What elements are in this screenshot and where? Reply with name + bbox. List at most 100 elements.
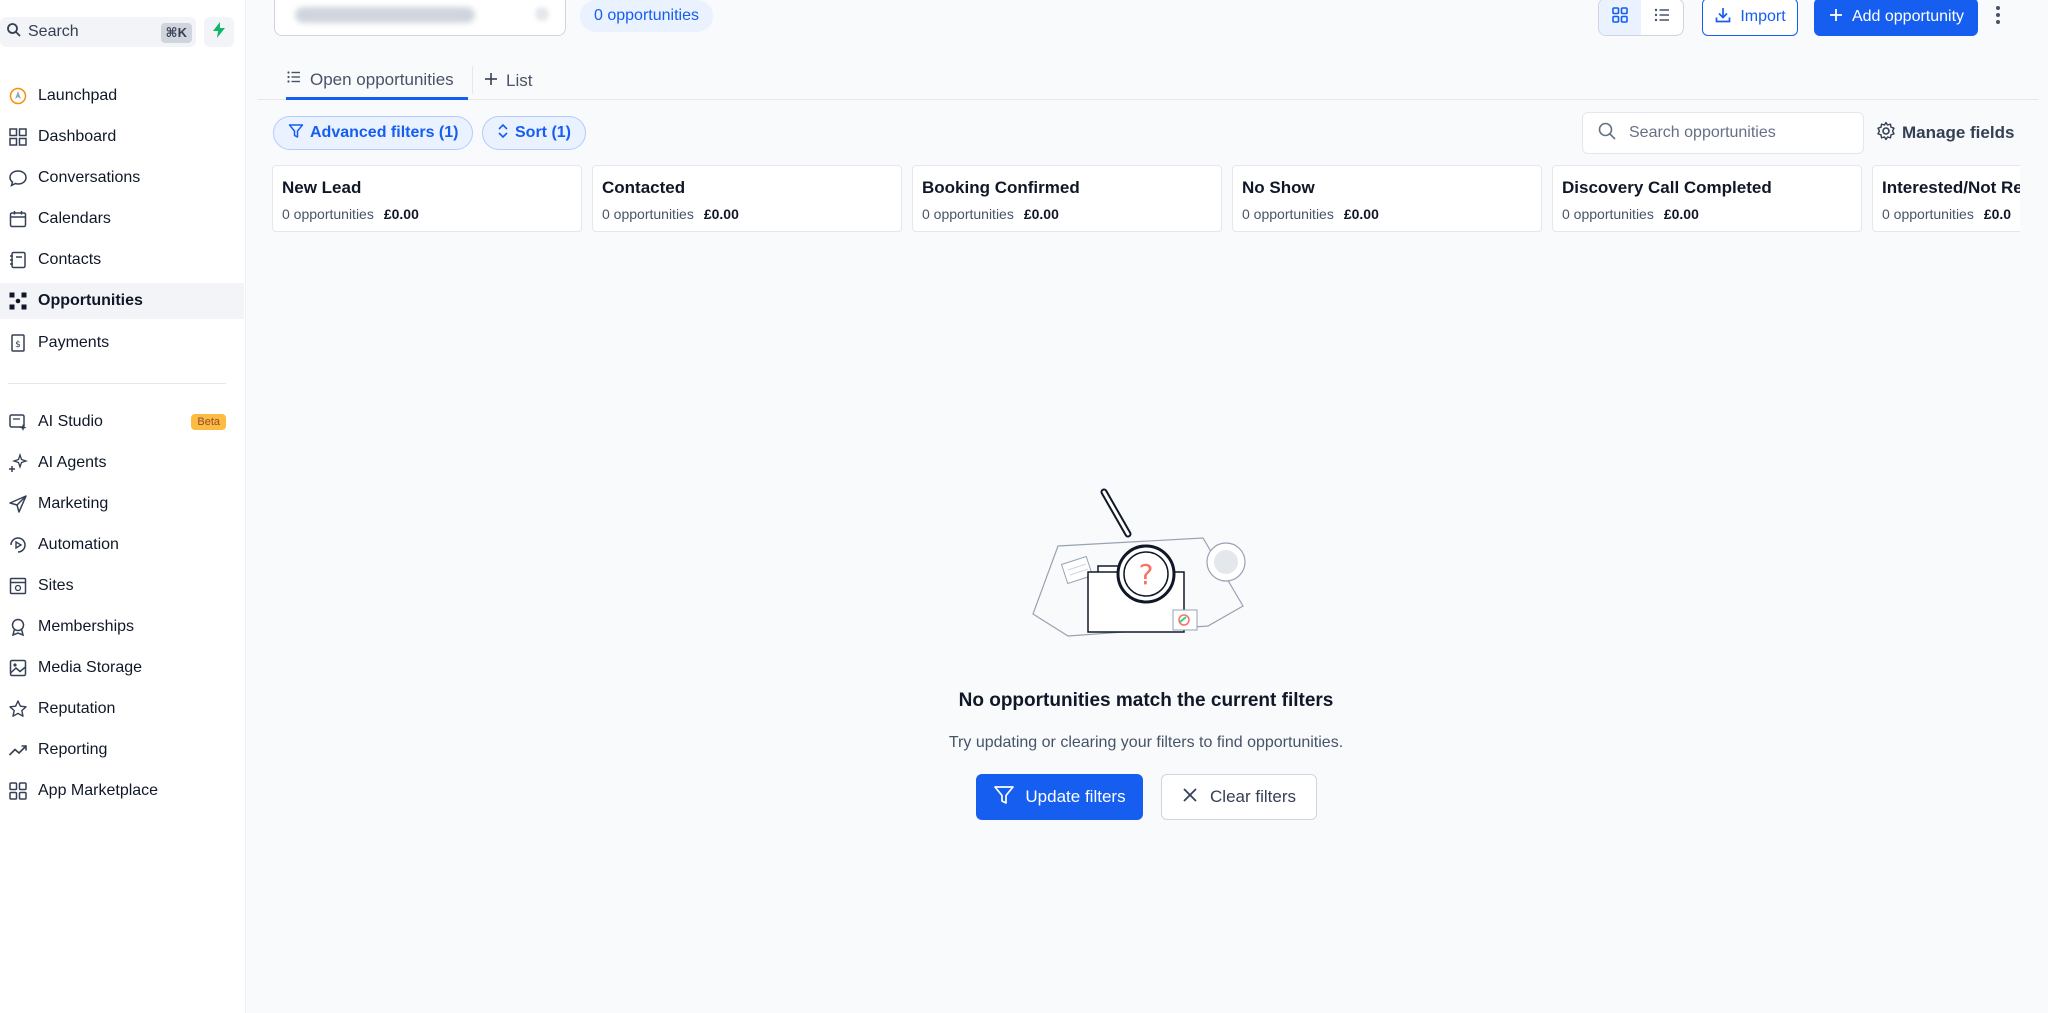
stage-column-new-lead[interactable]: New Lead 0 opportunities £0.00	[272, 165, 582, 232]
plus-icon	[1828, 7, 1844, 28]
pipeline-select[interactable]	[274, 0, 566, 36]
sidebar-item-ai-agents[interactable]: AI Agents	[0, 445, 244, 481]
sidebar-item-label: Marketing	[38, 495, 109, 512]
import-label: Import	[1740, 8, 1786, 25]
stage-name: Interested/Not Re	[1882, 178, 2020, 197]
stage-count: 0 opportunities	[1882, 206, 1974, 222]
stage-meta: 0 opportunities £0.00	[282, 206, 572, 222]
stage-count: 0 opportunities	[1242, 206, 1334, 222]
sort-chip[interactable]: Sort (1)	[482, 116, 586, 150]
list-icon	[286, 69, 302, 90]
dashboard-icon	[8, 127, 28, 147]
sidebar-search-input[interactable]: Search ⌘K	[0, 17, 196, 47]
stage-count: 0 opportunities	[1562, 206, 1654, 222]
search-icon	[6, 22, 22, 43]
chat-icon	[8, 168, 28, 188]
stage-value: £0.00	[1343, 206, 1379, 222]
beta-badge: Beta	[191, 414, 226, 430]
clear-filters-button[interactable]: Clear filters	[1161, 774, 1317, 820]
sidebar: Search ⌘K Launchpad Dashboard Conversati…	[0, 0, 246, 1013]
tab-list[interactable]: List	[484, 62, 532, 100]
sidebar-search-label: Search	[28, 23, 79, 40]
sidebar-item-marketing[interactable]: Marketing	[0, 486, 244, 522]
sidebar-item-label: Contacts	[38, 251, 102, 268]
sort-icon	[497, 123, 509, 144]
sidebar-item-media-storage[interactable]: Media Storage	[0, 650, 244, 686]
advanced-filters-chip[interactable]: Advanced filters (1)	[273, 116, 474, 150]
tab-separator	[472, 66, 473, 94]
tab-open-opportunities[interactable]: Open opportunities	[286, 62, 468, 100]
sidebar-item-sites[interactable]: Sites	[0, 568, 244, 604]
filter-icon	[993, 784, 1015, 811]
sidebar-item-conversations[interactable]: Conversations	[0, 160, 244, 196]
kebab-icon	[1995, 5, 2001, 30]
advanced-filters-label: Advanced filters (1)	[310, 124, 459, 141]
sidebar-item-memberships[interactable]: Memberships	[0, 609, 244, 645]
grid-icon	[1611, 6, 1629, 29]
view-toggle	[1598, 0, 1684, 36]
sidebar-item-dashboard[interactable]: Dashboard	[0, 119, 244, 155]
sidebar-item-label: Sites	[38, 577, 74, 594]
more-options-button[interactable]	[1988, 4, 2008, 30]
opportunities-icon	[8, 291, 28, 311]
board-view-button[interactable]	[1599, 0, 1641, 35]
sidebar-item-app-marketplace[interactable]: App Marketplace	[0, 773, 244, 809]
sidebar-item-label: Calendars	[38, 210, 111, 227]
empty-state-illustration: ?	[1032, 488, 1246, 637]
empty-state-title: No opportunities match the current filte…	[958, 690, 1334, 711]
sidebar-item-label: Payments	[38, 334, 110, 351]
search-opportunities-box	[1582, 112, 1864, 154]
svg-text:?: ?	[1139, 558, 1154, 591]
stage-name: No Show	[1242, 178, 1315, 197]
stage-column-interested[interactable]: Interested/Not Re 0 opportunities £0.0	[1872, 165, 2020, 232]
sidebar-item-opportunities[interactable]: Opportunities	[0, 283, 244, 319]
sidebar-item-payments[interactable]: $ Payments	[0, 325, 244, 361]
update-filters-button[interactable]: Update filters	[976, 774, 1143, 820]
stage-column-discovery-call-completed[interactable]: Discovery Call Completed 0 opportunities…	[1552, 165, 1862, 232]
sidebar-item-label: Dashboard	[38, 128, 117, 145]
sidebar-item-label: AI Agents	[38, 454, 107, 471]
stage-name: Contacted	[602, 178, 686, 197]
download-icon	[1714, 6, 1732, 29]
list-icon	[1653, 6, 1671, 29]
stage-column-booking-confirmed[interactable]: Booking Confirmed 0 opportunities £0.00	[912, 165, 1222, 232]
manage-fields-label: Manage fields	[1902, 123, 2015, 142]
quick-actions-button[interactable]	[204, 17, 234, 47]
sidebar-item-label: Opportunities	[38, 292, 143, 309]
sidebar-item-launchpad[interactable]: Launchpad	[0, 78, 244, 114]
stage-name: New Lead	[282, 178, 362, 197]
list-view-button[interactable]	[1641, 0, 1683, 35]
sidebar-item-label: Media Storage	[38, 659, 143, 676]
sidebar-item-calendars[interactable]: Calendars	[0, 201, 244, 237]
ai-studio-icon	[8, 412, 28, 432]
membership-icon	[8, 617, 28, 637]
stage-name: Booking Confirmed	[922, 178, 1080, 197]
search-opportunities-input[interactable]	[1629, 124, 1849, 142]
bolt-icon	[212, 21, 226, 43]
add-opportunity-button[interactable]: Add opportunity	[1814, 0, 1978, 36]
stage-column-contacted[interactable]: Contacted 0 opportunities £0.00	[592, 165, 902, 232]
sidebar-item-automation[interactable]: Automation	[0, 527, 244, 563]
apps-icon	[8, 781, 28, 801]
stage-value: £0.00	[1663, 206, 1699, 222]
stage-count: 0 opportunities	[602, 206, 694, 222]
add-opportunity-label: Add opportunity	[1851, 8, 1965, 25]
stage-meta: 0 opportunities £0.00	[602, 206, 892, 222]
launchpad-icon	[8, 86, 28, 106]
stage-meta: 0 opportunities £0.00	[1242, 206, 1532, 222]
stage-value: £0.0	[1983, 206, 2012, 222]
import-button[interactable]: Import	[1702, 0, 1798, 36]
stage-value: £0.00	[1023, 206, 1059, 222]
stage-column-no-show[interactable]: No Show 0 opportunities £0.00	[1232, 165, 1542, 232]
tab-label: List	[506, 71, 533, 90]
manage-fields-button[interactable]: Manage fields	[1876, 118, 2014, 148]
stage-count: 0 opportunities	[282, 206, 374, 222]
stage-meta: 0 opportunities £0.0	[1882, 206, 2020, 222]
stage-value: £0.00	[383, 206, 419, 222]
sidebar-item-contacts[interactable]: Contacts	[0, 242, 244, 278]
sidebar-item-label: Launchpad	[38, 87, 118, 104]
sidebar-item-ai-studio[interactable]: AI Studio Beta	[0, 404, 244, 440]
stage-count: 0 opportunities	[922, 206, 1014, 222]
contacts-icon	[8, 250, 28, 270]
filter-icon	[288, 123, 304, 144]
